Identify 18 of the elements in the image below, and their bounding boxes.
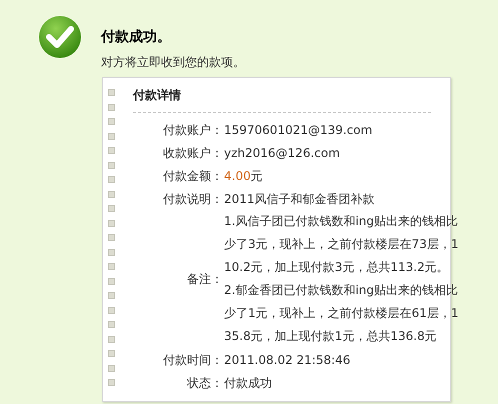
field-label: 付款时间： (163, 352, 223, 368)
checkmark-icon (38, 15, 82, 59)
note-text: 1.风信子团已付款钱数和ing贴出来的钱相比少了3元，现补上，之前付款楼层在73层，110.2元，加上现付款3元，总共113.2元。 2.郁金香团已付款钱数和ing贴出来的钱相比少了1元，现补上，之前付款楼层在61层，135.8元，加上现付款1元，总共136.8元 (224, 213, 460, 345)
field-value: yzh2016@126.com (224, 146, 340, 160)
field-value: 15970601021@139.com (224, 122, 372, 136)
field-label: 状态： (187, 374, 223, 392)
field-label: 付款账户： (163, 122, 223, 138)
field-value: 2011风信子和郁金香团补款 (224, 192, 375, 206)
field-label: 收款账户： (163, 144, 223, 162)
field-value: 4.00元 (224, 168, 263, 182)
field-value: 付款成功 (224, 376, 272, 390)
field-label: 备注： (187, 271, 223, 288)
details-heading: 付款详情 (133, 87, 182, 104)
field-label: 付款金额： (163, 168, 223, 184)
field-value: 2011.08.02 21:58:46 (224, 352, 350, 366)
success-title: 付款成功。 (101, 28, 172, 47)
field-label: 付款说明： (163, 190, 223, 208)
success-message: 对方将立即收到您的款项。 (101, 54, 245, 71)
